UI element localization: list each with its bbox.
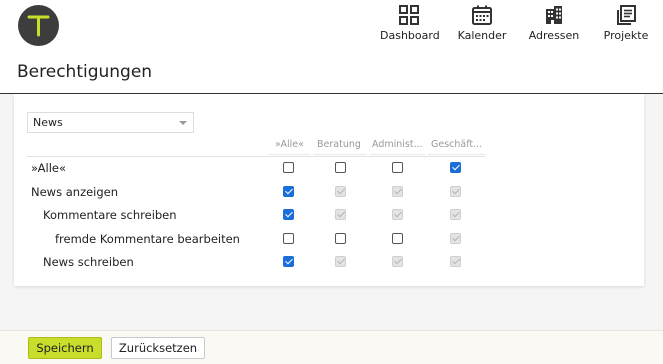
column-header-geschaeftsfuehrung: Geschäft... [431, 139, 483, 150]
checkbox-row1-beratung [335, 186, 346, 197]
column-underline [428, 154, 485, 155]
checkbox-row0-beratung[interactable] [335, 162, 346, 173]
checkbox-row4-alle[interactable] [283, 256, 294, 267]
row-label-kommentare-schreiben: Kommentare schreiben [43, 208, 177, 222]
nav-projekte-label: Projekte [603, 29, 649, 42]
checkbox-row1-geschaeftsfuehrung [450, 186, 461, 197]
column-header-beratung: Beratung [317, 139, 361, 150]
building-icon [546, 6, 562, 24]
checkbox-row1-alle[interactable] [283, 186, 294, 197]
save-button[interactable]: Speichern [28, 337, 102, 359]
checkbox-row2-geschaeftsfuehrung [450, 209, 461, 220]
reset-button[interactable]: Zurücksetzen [111, 337, 205, 359]
checkbox-row0-geschaeftsfuehrung[interactable] [450, 162, 461, 173]
table-header-divider [27, 156, 485, 157]
row-label-alle: »Alle« [31, 161, 66, 175]
row-label-news-anzeigen: News anzeigen [31, 185, 119, 199]
checkbox-row3-alle[interactable] [283, 233, 294, 244]
dashboard-icon [399, 5, 419, 25]
checkbox-row1-administration [392, 186, 403, 197]
checkbox-row4-geschaeftsfuehrung [450, 256, 461, 267]
column-header-administration: Administ... [372, 139, 423, 150]
checkbox-row2-alle[interactable] [283, 209, 294, 220]
app-logo[interactable] [18, 5, 59, 46]
column-underline [370, 154, 425, 155]
module-select[interactable]: News [27, 112, 194, 133]
calendar-icon [472, 5, 492, 25]
checkbox-row3-administration[interactable] [392, 233, 403, 244]
nav-dashboard[interactable]: Dashboard [380, 4, 440, 42]
checkbox-row3-geschaeftsfuehrung [450, 233, 461, 244]
page-title: Berechtigungen [17, 62, 153, 82]
checkbox-row4-beratung [335, 256, 346, 267]
nav-kalender-label: Kalender [457, 29, 507, 42]
nav-adressen-label: Adressen [528, 29, 580, 42]
column-header-alle: »Alle« [275, 139, 304, 150]
projects-icon [617, 5, 636, 25]
nav-projekte[interactable]: Projekte [602, 4, 650, 42]
nav-dashboard-label: Dashboard [380, 29, 440, 42]
module-select-value: News [33, 116, 63, 129]
top-bar: Dashboard Kalender Adressen Projekte [0, 0, 663, 54]
row-label-news-schreiben: News schreiben [43, 255, 134, 269]
column-underline [268, 154, 310, 155]
checkbox-row2-beratung [335, 209, 346, 220]
column-underline [313, 154, 367, 155]
chevron-down-icon [179, 121, 187, 125]
checkbox-row0-alle[interactable] [283, 162, 294, 173]
nav-kalender[interactable]: Kalender [457, 4, 507, 42]
nav-adressen[interactable]: Adressen [527, 4, 581, 42]
checkbox-row2-administration [392, 209, 403, 220]
checkbox-row4-administration [392, 256, 403, 267]
logo-t-icon [27, 15, 50, 37]
row-label-fremde-kommentare-bearbeiten: fremde Kommentare bearbeiten [55, 232, 240, 246]
checkbox-row3-beratung[interactable] [335, 233, 346, 244]
checkbox-row0-administration[interactable] [392, 162, 403, 173]
